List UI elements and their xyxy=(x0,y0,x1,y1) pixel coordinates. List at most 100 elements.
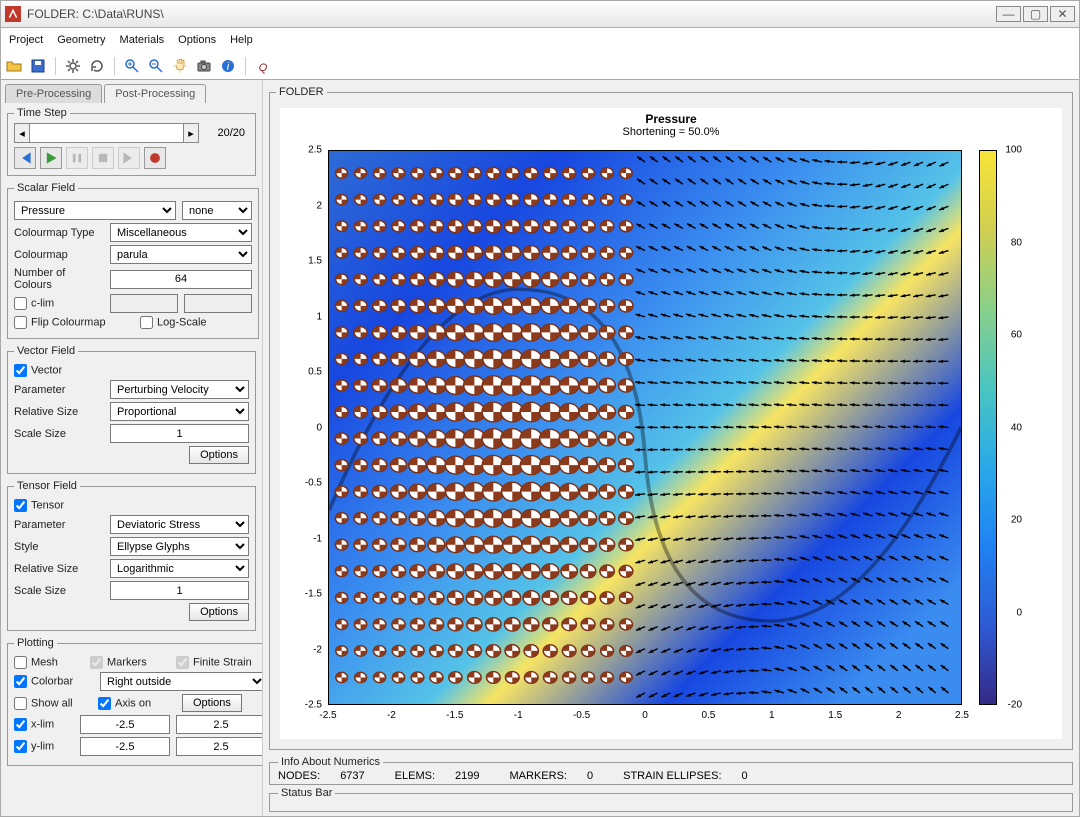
vector-scale-input[interactable] xyxy=(110,424,249,443)
ytick: -1.5 xyxy=(292,589,322,600)
ytick: 0 xyxy=(292,422,322,433)
menu-options[interactable]: Options xyxy=(178,34,216,46)
timestep-group: Time Step ◂ ▸ 20/20 xyxy=(7,107,256,176)
clim-checkbox[interactable] xyxy=(14,297,27,310)
record-button[interactable] xyxy=(144,147,166,169)
xlim-min-input[interactable] xyxy=(80,715,170,734)
mesh-checkbox[interactable] xyxy=(14,656,27,669)
axis-on-checkbox[interactable] xyxy=(98,697,111,710)
xtick: 1 xyxy=(769,710,775,721)
vector-relsize-select[interactable]: Proportional xyxy=(110,402,249,421)
goto-start-button[interactable] xyxy=(14,147,36,169)
finite-strain-checkbox xyxy=(176,656,189,669)
pause-button[interactable] xyxy=(66,147,88,169)
info-icon[interactable]: i xyxy=(219,57,237,75)
tensor-style-select[interactable]: Ellypse Glyphs xyxy=(110,537,249,556)
gear-icon[interactable] xyxy=(64,57,82,75)
info-bar: Info About Numerics NODES:6737 ELEMS:219… xyxy=(269,756,1073,785)
log-scale-checkbox[interactable] xyxy=(140,316,153,329)
xlim-checkbox[interactable] xyxy=(14,718,27,731)
ytick: -1 xyxy=(292,533,322,544)
menu-help[interactable]: Help xyxy=(230,34,253,46)
colorbar-checkbox[interactable] xyxy=(14,675,27,688)
zoom-in-icon[interactable] xyxy=(123,57,141,75)
quit-icon[interactable]: Q xyxy=(254,57,272,75)
colorbar-tick: 20 xyxy=(1011,515,1022,526)
xtick: -1.5 xyxy=(446,710,463,721)
ytick: -0.5 xyxy=(292,478,322,489)
plot-canvas[interactable]: Pressure Shortening = 50.0% -2.5-2-1.5-1… xyxy=(280,108,1062,739)
plot-panel: FOLDER Pressure Shortening = 50.0% -2.5-… xyxy=(263,80,1079,816)
save-icon[interactable] xyxy=(29,57,47,75)
showall-checkbox[interactable] xyxy=(14,697,27,710)
colorbar-tick: 40 xyxy=(1011,422,1022,433)
info-strain: 0 xyxy=(742,770,748,782)
info-markers: 0 xyxy=(587,770,593,782)
ylim-min-input[interactable] xyxy=(80,737,170,756)
colorbar-tick: -20 xyxy=(1008,700,1022,711)
timestep-prev-button[interactable]: ◂ xyxy=(14,123,30,143)
clim-min-input[interactable] xyxy=(110,294,178,313)
ytick: 2 xyxy=(292,200,322,211)
zoom-out-icon[interactable] xyxy=(147,57,165,75)
pan-icon[interactable] xyxy=(171,57,189,75)
flip-colourmap-checkbox[interactable] xyxy=(14,316,27,329)
svg-text:Q: Q xyxy=(259,62,268,74)
ylim-checkbox[interactable] xyxy=(14,740,27,753)
tab-post-processing[interactable]: Post-Processing xyxy=(104,84,206,103)
vector-options-button[interactable]: Options xyxy=(189,446,249,464)
menu-materials[interactable]: Materials xyxy=(120,34,165,46)
minimize-button[interactable]: — xyxy=(996,6,1021,22)
maximize-button[interactable]: ▢ xyxy=(1023,6,1048,22)
plot-title: Pressure xyxy=(280,112,1062,126)
xtick: 0.5 xyxy=(701,710,715,721)
tab-pre-processing[interactable]: Pre-Processing xyxy=(5,84,102,103)
tensor-options-button[interactable]: Options xyxy=(189,603,249,621)
side-panel: Pre-Processing Post-Processing Time Step… xyxy=(1,80,263,816)
info-nodes: 6737 xyxy=(340,770,364,782)
tensor-param-select[interactable]: Deviatoric Stress xyxy=(110,515,249,534)
vector-enable-checkbox[interactable] xyxy=(14,364,27,377)
stop-button[interactable] xyxy=(92,147,114,169)
timestep-slider[interactable] xyxy=(30,123,183,143)
scalar-secondary-select[interactable]: none xyxy=(182,201,252,220)
scalar-field-select[interactable]: Pressure xyxy=(14,201,176,220)
menu-project[interactable]: Project xyxy=(9,34,43,46)
xtick: -2.5 xyxy=(319,710,336,721)
camera-icon[interactable] xyxy=(195,57,213,75)
menu-geometry[interactable]: Geometry xyxy=(57,34,105,46)
tensor-enable-checkbox[interactable] xyxy=(14,499,27,512)
ytick: -2.5 xyxy=(292,700,322,711)
plotting-options-button[interactable]: Options xyxy=(182,694,242,712)
axes: -2.5-2-1.5-1-0.500.511.522.5-2.5-2-1.5-1… xyxy=(328,150,962,705)
xtick: 2 xyxy=(896,710,902,721)
refresh-icon[interactable] xyxy=(88,57,106,75)
plot-subtitle: Shortening = 50.0% xyxy=(280,126,1062,138)
close-button[interactable]: ✕ xyxy=(1050,6,1075,22)
colorbar-tick: 80 xyxy=(1011,237,1022,248)
colourmap-select[interactable]: parula xyxy=(110,245,252,264)
xtick: -2 xyxy=(387,710,396,721)
clim-max-input[interactable] xyxy=(184,294,252,313)
ytick: 0.5 xyxy=(292,367,322,378)
timestep-next-button[interactable]: ▸ xyxy=(183,123,199,143)
colorbar-tick: 0 xyxy=(1016,607,1022,618)
window-titlebar: FOLDER: C:\Data\RUNS\ — ▢ ✕ xyxy=(0,0,1080,28)
colourmap-type-select[interactable]: Miscellaneous xyxy=(110,223,252,242)
play-button[interactable] xyxy=(40,147,62,169)
colorbar-tick: 100 xyxy=(1005,145,1022,156)
timestep-label: 20/20 xyxy=(199,127,249,139)
tensor-relsize-select[interactable]: Logarithmic xyxy=(110,559,249,578)
num-colours-input[interactable] xyxy=(110,270,252,289)
window-title: FOLDER: C:\Data\RUNS\ xyxy=(27,7,994,21)
goto-end-button[interactable] xyxy=(118,147,140,169)
xlim-max-input[interactable] xyxy=(176,715,263,734)
colorbar-tick: 60 xyxy=(1011,330,1022,341)
xtick: 2.5 xyxy=(955,710,969,721)
colorbar-pos-select[interactable]: Right outside xyxy=(100,672,263,691)
open-icon[interactable] xyxy=(5,57,23,75)
xtick: 1.5 xyxy=(828,710,842,721)
ylim-max-input[interactable] xyxy=(176,737,263,756)
tensor-scale-input[interactable] xyxy=(110,581,249,600)
vector-param-select[interactable]: Perturbing Velocity xyxy=(110,380,249,399)
